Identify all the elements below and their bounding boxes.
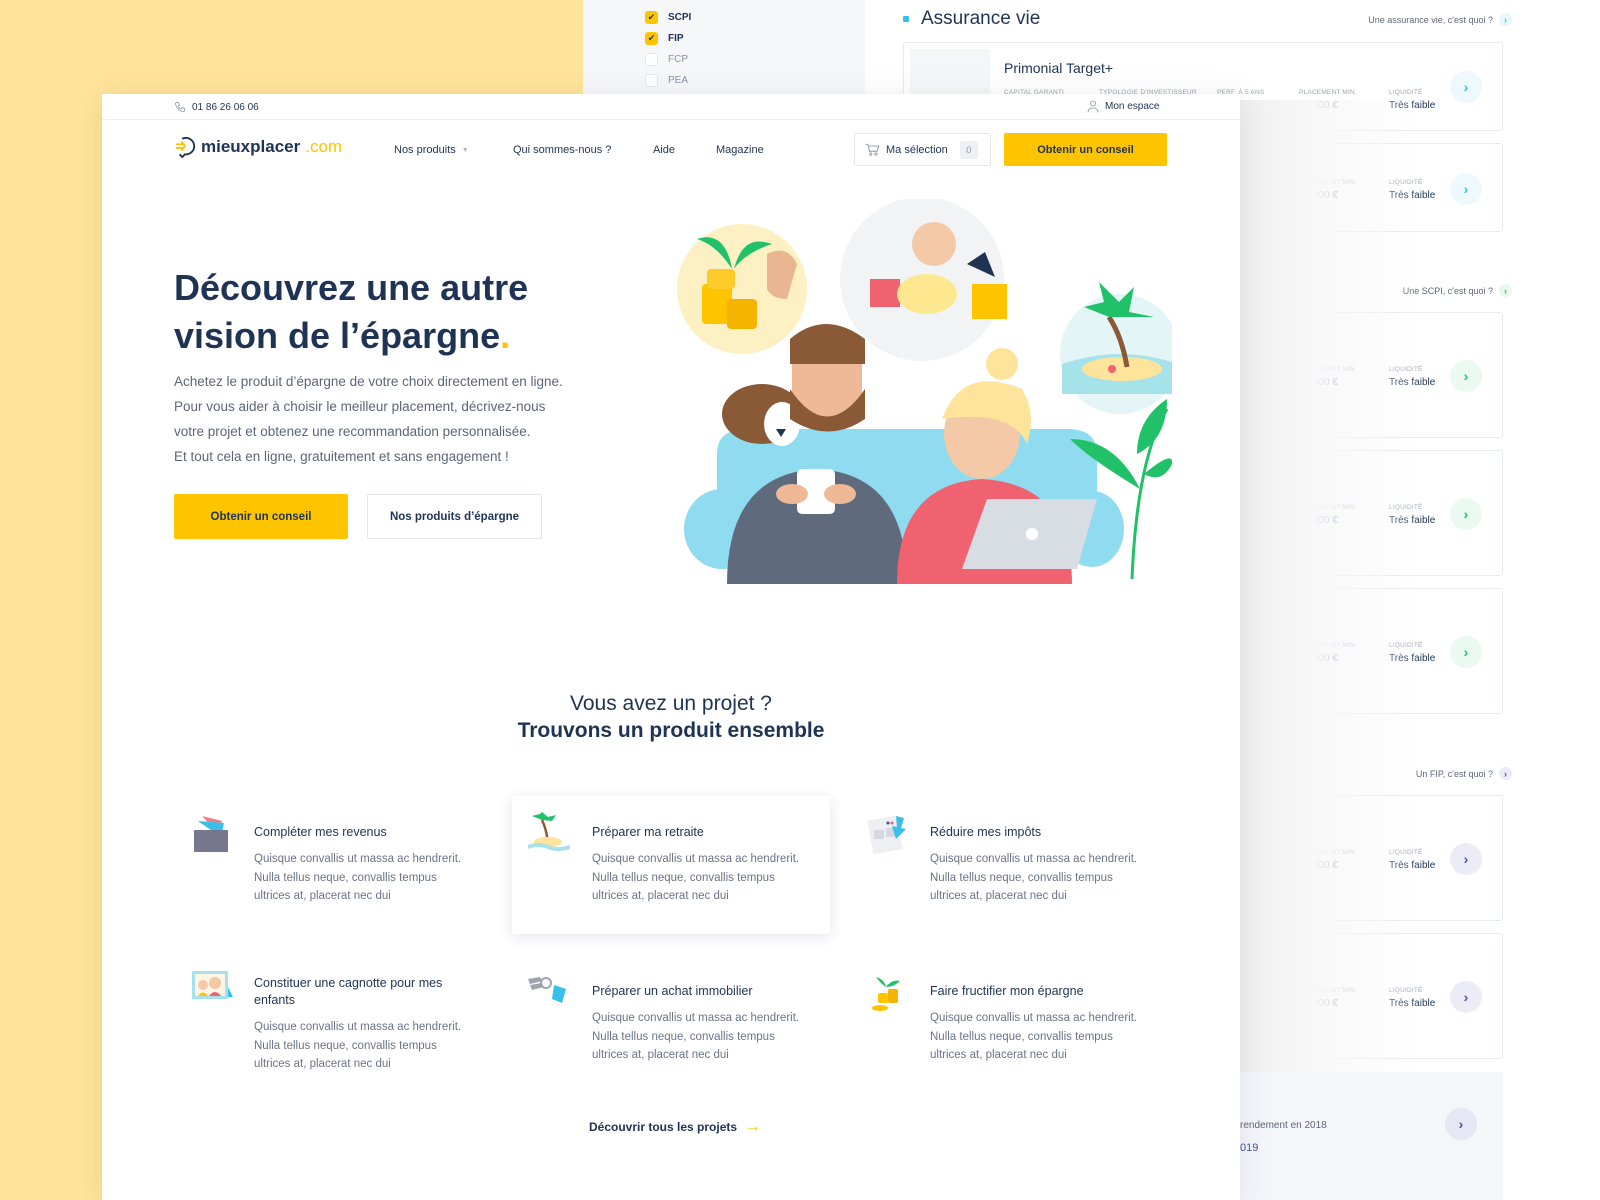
project-grow-savings[interactable]: Faire fructifier mon épargne Quisque con… — [850, 955, 1168, 1093]
attr-label: PLACEMENT MIN. — [1299, 89, 1357, 96]
project-retirement[interactable]: Préparer ma retraite Quisque convallis u… — [512, 796, 830, 934]
tax-document-icon — [867, 815, 906, 854]
nav-magazine[interactable]: Magazine — [716, 144, 764, 156]
nav-qui-sommes-nous[interactable]: Qui sommes-nous ? — [513, 144, 611, 156]
attr-label: LIQUIDITÉ — [1389, 89, 1423, 96]
section-title-assurance-vie: Assurance vie — [903, 8, 1040, 30]
island-bubble — [1060, 282, 1172, 414]
baby-bubble — [840, 199, 1007, 361]
link-fip-info[interactable]: Un FIP, c'est quoi ? › — [1416, 767, 1512, 780]
my-selection-button[interactable]: Ma sélection 0 — [854, 133, 991, 166]
coins-plant-icon — [872, 977, 900, 1011]
project-reduce-taxes[interactable]: Réduire mes impôts Quisque convallis ut … — [850, 796, 1168, 934]
chevron-right-icon[interactable]: › — [1450, 360, 1482, 392]
chevron-right-icon[interactable]: › — [1450, 636, 1482, 668]
user-icon — [1087, 100, 1099, 113]
island-icon — [528, 812, 570, 851]
projects-title: Vous avez un projet ? Trouvons un produi… — [517, 692, 825, 742]
landing-page: 01 86 26 06 06 Mon espace mieuxplacer .co… — [102, 94, 1240, 1200]
chevron-right-icon: › — [1499, 284, 1512, 297]
discover-all-projects-link[interactable]: Découvrir tous les projets → — [589, 1118, 761, 1136]
chevron-right-icon[interactable]: › — [1450, 173, 1482, 205]
performance-card[interactable]: rendement en 2018 019 › — [1240, 1072, 1503, 1200]
phone-contact[interactable]: 01 86 26 06 06 — [174, 101, 259, 113]
filter-fcp[interactable]: FCP — [645, 53, 688, 66]
chevron-right-icon: › — [1499, 767, 1512, 780]
nav-aide[interactable]: Aide — [653, 144, 675, 156]
arrow-right-icon: → — [745, 1118, 762, 1135]
hero-get-advice-button[interactable]: Obtenir un conseil — [174, 494, 348, 539]
phone-icon — [175, 102, 185, 112]
bullet-icon — [903, 16, 909, 22]
filter-scpi[interactable]: ✔ SCPI — [645, 11, 691, 24]
top-bar: 01 86 26 06 06 Mon espace — [102, 94, 1240, 120]
project-children-savings[interactable]: Constituer une cagnotte pour mes enfants… — [174, 947, 492, 1085]
checkbox-checked-icon[interactable]: ✔ — [645, 32, 658, 45]
selection-count-badge: 0 — [959, 140, 978, 159]
hero-title: Découvrez une autre vision de l’épargne. — [174, 267, 529, 356]
chevron-right-icon[interactable]: › — [1445, 1108, 1477, 1140]
chevron-down-icon: ▼ — [461, 146, 469, 154]
chevron-right-icon[interactable]: › — [1450, 981, 1482, 1013]
project-complete-income[interactable]: Compléter mes revenus Quisque convallis … — [174, 796, 492, 934]
get-advice-button[interactable]: Obtenir un conseil — [1004, 133, 1167, 166]
product-name: Primonial Target+ — [1004, 60, 1114, 76]
chevron-right-icon[interactable]: › — [1450, 71, 1482, 103]
checkbox-icon[interactable] — [645, 74, 658, 87]
chevron-right-icon[interactable]: › — [1450, 843, 1482, 875]
filter-panel: ✔ SCPI ✔ FIP FCP PEA — [583, 0, 865, 100]
filter-pea[interactable]: PEA — [645, 74, 688, 87]
filter-fip[interactable]: ✔ FIP — [645, 32, 684, 45]
fade-overlay — [1223, 100, 1423, 1200]
project-real-estate[interactable]: Préparer un achat immobilier Quisque con… — [512, 955, 830, 1093]
nav-nos-produits[interactable]: Nos produits ▼ — [394, 144, 469, 156]
coins-plant-bubble — [677, 224, 807, 354]
logo-pin-arrow-icon — [175, 137, 196, 158]
wallet-icon — [194, 816, 228, 852]
yellow-dot: . — [500, 315, 511, 356]
house-keys-icon — [528, 977, 566, 1003]
chevron-right-icon[interactable]: › — [1450, 498, 1482, 530]
family-photo-icon — [192, 971, 233, 999]
hero-description: Achetez le produit d’épargne de votre ch… — [174, 374, 563, 464]
logo[interactable]: mieuxplacer .com — [174, 136, 342, 158]
chevron-right-icon: › — [1499, 13, 1512, 26]
cart-icon — [865, 143, 880, 156]
checkbox-icon[interactable] — [645, 53, 658, 66]
checkbox-checked-icon[interactable]: ✔ — [645, 11, 658, 24]
main-navigation: mieuxplacer .com Nos produits ▼ Qui somme… — [102, 120, 1240, 180]
hero-illustration — [677, 199, 1172, 584]
link-assurance-vie-info[interactable]: Une assurance vie, c'est quoi ? › — [1368, 13, 1512, 26]
account-link[interactable]: Mon espace — [1087, 100, 1159, 113]
hero-products-button[interactable]: Nos produits d’épargne — [367, 494, 542, 539]
